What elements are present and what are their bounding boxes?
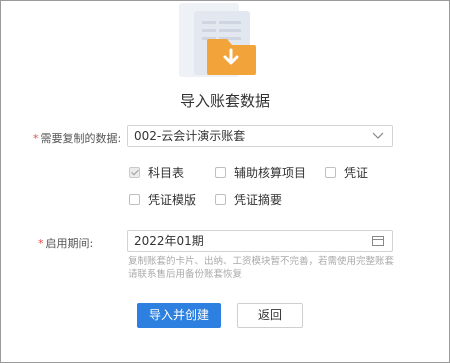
- checkbox[interactable]: [215, 167, 226, 178]
- copy-data-select-value: 002-云会计演示账套: [134, 129, 246, 143]
- checkbox[interactable]: [129, 194, 140, 205]
- calendar-icon: [372, 236, 384, 246]
- import-and-create-button[interactable]: 导入并创建: [137, 303, 221, 328]
- required-star: *: [38, 237, 44, 250]
- back-button[interactable]: 返回: [237, 303, 303, 328]
- option-label: 辅助核算项目: [234, 166, 307, 180]
- dialog-title: 导入账套数据: [179, 92, 270, 110]
- period-label: * 启用期间:: [38, 235, 93, 251]
- option-label: 凭证摘要: [234, 193, 283, 207]
- option-auxiliary-items[interactable]: 辅助核算项目: [215, 164, 306, 181]
- option-vouchers[interactable]: 凭证: [325, 164, 368, 181]
- option-label: 凭证模版: [148, 193, 197, 207]
- import-dialog: 导入账套数据 * 需要复制的数据: 002-云会计演示账套 科目表 辅助核算项目 …: [0, 0, 450, 363]
- option-chart-of-accounts[interactable]: 科目表: [129, 164, 184, 181]
- checkbox[interactable]: [215, 194, 226, 205]
- option-voucher-summaries[interactable]: 凭证摘要: [215, 191, 282, 208]
- period-value: 2022年01期: [134, 234, 204, 248]
- chevron-down-icon: [372, 132, 384, 139]
- checkbox-checked[interactable]: [129, 167, 140, 178]
- option-label: 科目表: [148, 166, 185, 180]
- hint-text: 复制账套的卡片、出纳、工资模块暂不完善，若需使用完整账套请联系售后用备份账套恢复: [128, 256, 395, 280]
- copy-data-label-text: 需要复制的数据:: [40, 132, 122, 145]
- option-label: 凭证: [344, 166, 369, 180]
- period-label-text: 启用期间:: [45, 237, 94, 250]
- document-folder-download-icon: [179, 3, 256, 77]
- period-date-picker[interactable]: 2022年01期: [127, 230, 393, 252]
- checkbox[interactable]: [325, 167, 336, 178]
- required-star: *: [33, 132, 39, 145]
- copy-data-label: * 需要复制的数据:: [33, 130, 121, 146]
- copy-data-select[interactable]: 002-云会计演示账套: [127, 125, 393, 147]
- option-voucher-templates[interactable]: 凭证模版: [129, 191, 196, 208]
